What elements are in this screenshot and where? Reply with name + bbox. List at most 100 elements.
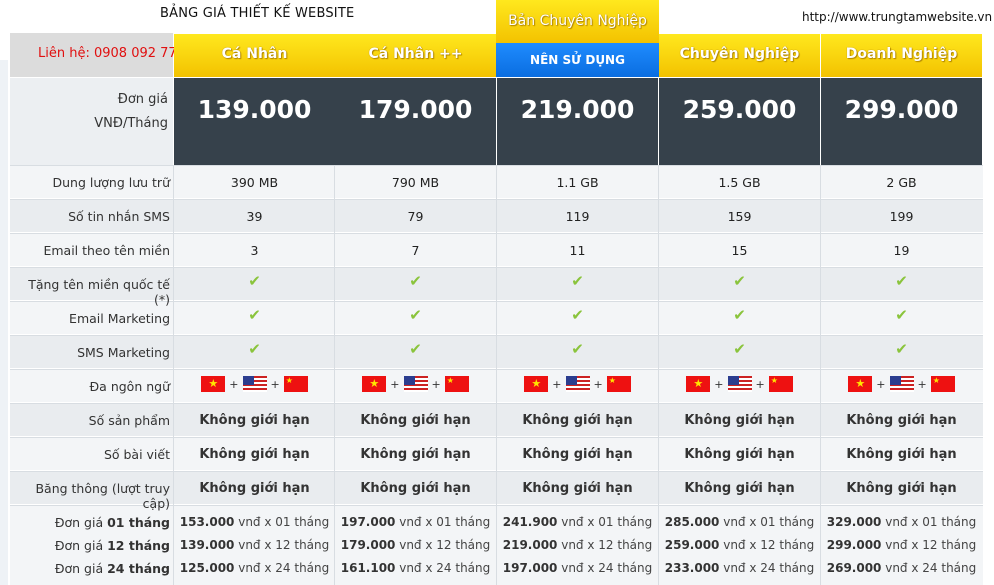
email-value: 11 xyxy=(569,243,586,258)
period-amount: 259.000 xyxy=(664,538,720,552)
price-cell: 299.000 xyxy=(821,78,982,165)
contact-phone[interactable]: Liên hệ: 0908 092 777 xyxy=(38,46,185,61)
row-label-domain: Tặng tên miền quốc tế (*) xyxy=(28,277,170,307)
sms-value: 159 xyxy=(727,209,752,224)
plan-name: Chuyên Nghiệp xyxy=(679,46,800,62)
storage-value: 1.1 GB xyxy=(556,175,599,190)
language-flags: + + xyxy=(659,376,820,392)
vietnam-flag-icon xyxy=(524,376,549,392)
period-amount: 153.000 xyxy=(179,515,235,529)
period-amount: 197.000 xyxy=(502,561,558,575)
period-unit: vnđ x 01 tháng xyxy=(719,515,815,529)
china-flag-icon xyxy=(283,376,308,392)
price-cell: 139.000 xyxy=(174,78,335,165)
usa-flag-icon xyxy=(403,376,428,392)
products-value: Không giới hạn xyxy=(522,413,633,428)
storage-value: 390 MB xyxy=(230,175,279,190)
price-unit-label: VNĐ/Tháng xyxy=(94,116,168,131)
period-amount: 269.000 xyxy=(826,561,882,575)
plus-sign: + xyxy=(714,377,724,391)
period-price: 285.000 vnđ x 01 tháng xyxy=(659,515,820,529)
period-amount: 285.000 xyxy=(664,515,720,529)
plan-header-doanh-nghiep: Doanh Nghiệp xyxy=(821,33,982,77)
storage-value: 2 GB xyxy=(886,175,917,190)
row-label-email-marketing: Email Marketing xyxy=(69,311,170,326)
plus-sign: + xyxy=(552,377,562,391)
vietnam-flag-icon xyxy=(848,376,873,392)
period-label-12-months: Đơn giá 12 tháng xyxy=(10,538,170,553)
row-label-bandwidth: Băng thông (lượt truy cập) xyxy=(35,481,170,511)
period-unit: vnđ x 12 tháng xyxy=(881,538,977,552)
period-label-duration: 01 tháng xyxy=(107,515,170,530)
period-price: 269.000 vnđ x 24 tháng xyxy=(821,561,982,575)
storage-value: 790 MB xyxy=(391,175,440,190)
china-flag-icon xyxy=(444,376,469,392)
price-label-cell: Đơn giá VNĐ/Tháng xyxy=(10,78,173,165)
checkmark-icon: ✔ xyxy=(895,306,908,324)
period-label-duration: 12 tháng xyxy=(107,538,170,553)
recommended-badge-label: NÊN SỬ DỤNG xyxy=(530,53,625,67)
site-url-link[interactable]: http://www.trungtamwebsite.vn xyxy=(802,10,992,24)
china-flag-icon xyxy=(930,376,955,392)
email-value: 15 xyxy=(731,243,748,258)
period-unit: vnđ x 12 tháng xyxy=(395,538,491,552)
price-cell: 179.000 xyxy=(335,78,496,165)
left-edge-strip xyxy=(0,60,8,585)
storage-value: 1.5 GB xyxy=(718,175,761,190)
language-flags: + + xyxy=(174,376,335,392)
plan-price: 179.000 xyxy=(358,95,473,124)
checkmark-icon: ✔ xyxy=(733,340,746,358)
period-amount: 233.000 xyxy=(664,561,720,575)
period-label-duration: 24 tháng xyxy=(107,561,170,576)
period-amount: 241.900 xyxy=(502,515,558,529)
period-price: 125.000 vnđ x 24 tháng xyxy=(174,561,335,575)
posts-value: Không giới hạn xyxy=(360,447,471,462)
bandwidth-value: Không giới hạn xyxy=(199,481,310,496)
usa-flag-icon xyxy=(565,376,590,392)
plus-sign: + xyxy=(917,377,927,391)
checkmark-icon: ✔ xyxy=(409,306,422,324)
email-value: 3 xyxy=(250,243,259,258)
checkmark-icon: ✔ xyxy=(409,272,422,290)
period-price: 179.000 vnđ x 12 tháng xyxy=(335,538,496,552)
featured-plan-name: Bản Chuyên Nghiệp xyxy=(508,13,647,29)
plan-header-ca-nhan-plus: Cá Nhân ++ xyxy=(335,33,496,77)
period-unit: vnđ x 12 tháng xyxy=(719,538,815,552)
checkmark-icon: ✔ xyxy=(571,306,584,324)
sms-value: 119 xyxy=(565,209,590,224)
period-price: 233.000 vnđ x 24 tháng xyxy=(659,561,820,575)
plan-name: Cá Nhân xyxy=(221,46,288,62)
sms-value: 199 xyxy=(889,209,914,224)
plus-sign: + xyxy=(431,377,441,391)
row-label-sms-marketing: SMS Marketing xyxy=(77,345,170,360)
plan-price: 259.000 xyxy=(682,95,797,124)
row-label-sms: Số tin nhắn SMS xyxy=(68,209,170,224)
period-unit: vnđ x 01 tháng xyxy=(557,515,653,529)
checkmark-icon: ✔ xyxy=(248,272,261,290)
price-cell: 259.000 xyxy=(659,78,820,165)
language-flags: + + xyxy=(335,376,496,392)
plan-name: Doanh Nghiệp xyxy=(845,46,958,62)
period-unit: vnđ x 01 tháng xyxy=(881,515,977,529)
period-price: 241.900 vnđ x 01 tháng xyxy=(497,515,658,529)
price-label: Đơn giá xyxy=(117,92,168,107)
plan-name: Cá Nhân ++ xyxy=(368,46,463,62)
checkmark-icon: ✔ xyxy=(248,340,261,358)
row-label-email: Email theo tên miền xyxy=(43,243,170,258)
period-amount: 329.000 xyxy=(826,515,882,529)
checkmark-icon: ✔ xyxy=(733,272,746,290)
period-label-prefix: Đơn giá xyxy=(54,515,108,530)
checkmark-icon: ✔ xyxy=(571,272,584,290)
period-amount: 299.000 xyxy=(826,538,882,552)
period-amount: 197.000 xyxy=(340,515,396,529)
period-price: 219.000 vnđ x 12 tháng xyxy=(497,538,658,552)
period-unit: vnđ x 01 tháng xyxy=(395,515,491,529)
checkmark-icon: ✔ xyxy=(248,306,261,324)
featured-plan-header: Bản Chuyên Nghiệp xyxy=(496,0,659,43)
period-price: 161.100 vnđ x 24 tháng xyxy=(335,561,496,575)
period-unit: vnđ x 12 tháng xyxy=(557,538,653,552)
bandwidth-value: Không giới hạn xyxy=(522,481,633,496)
period-unit: vnđ x 24 tháng xyxy=(395,561,491,575)
plus-sign: + xyxy=(593,377,603,391)
period-unit: vnđ x 24 tháng xyxy=(557,561,653,575)
